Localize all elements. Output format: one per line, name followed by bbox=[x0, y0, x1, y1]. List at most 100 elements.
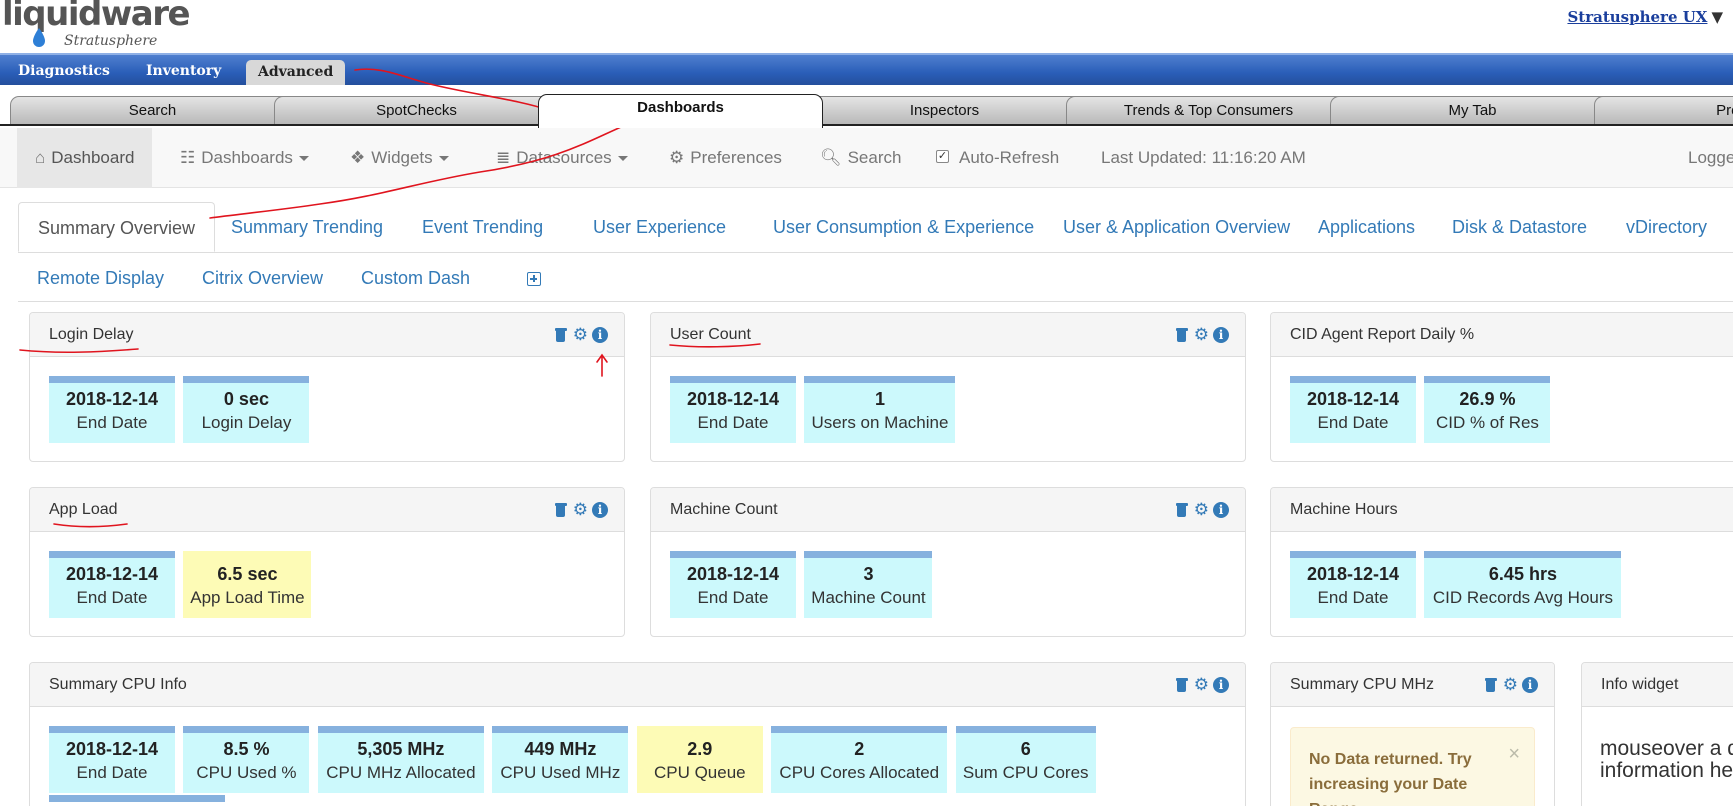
metric-value: 2018-12-14 bbox=[65, 389, 159, 409]
trash-icon[interactable] bbox=[554, 327, 567, 342]
metric-label: CPU Cores Allocated bbox=[779, 763, 940, 782]
tab-my-tab[interactable]: My Tab bbox=[1330, 96, 1615, 124]
widget-title: Machine Hours bbox=[1290, 501, 1398, 518]
metric-tiles: 2018-12-14 End Date 6.45 hrs CID Records A… bbox=[1290, 551, 1625, 618]
widget-actions: ⚙ i bbox=[1175, 502, 1229, 520]
metric-label: Sum CPU Cores bbox=[962, 763, 1089, 782]
widgets-dropdown[interactable]: ❖ Widgets bbox=[350, 128, 449, 188]
metric-value: 6.5 sec bbox=[217, 564, 278, 584]
metric-label: CPU MHz Allocated bbox=[326, 763, 476, 782]
trash-icon[interactable] bbox=[1175, 677, 1188, 692]
info-icon[interactable]: i bbox=[1213, 327, 1229, 343]
last-updated-text: Last Updated: 11:16:20 AM bbox=[1101, 148, 1306, 167]
tab-dashboards[interactable]: Dashboards bbox=[538, 94, 823, 128]
metric-value: 2018-12-14 bbox=[1306, 389, 1400, 409]
metric-tile: 1 Users on Machine bbox=[804, 376, 956, 443]
dashboards-dropdown[interactable]: ☷ Dashboards bbox=[180, 128, 309, 188]
widget-app-load: App Load ⚙ i 2018-12-14 End Date 6.5 sec Ap… bbox=[29, 487, 625, 637]
logged-in-text: Logge bbox=[1688, 148, 1733, 167]
widget-user-count: User Count ⚙ i 2018-12-14 End Date 1 Users … bbox=[650, 312, 1246, 462]
dashboards-label: Dashboards bbox=[201, 148, 293, 167]
subtab-event-trending[interactable]: Event Trending bbox=[403, 202, 562, 252]
trash-icon[interactable] bbox=[1175, 502, 1188, 517]
metric-tile: 2018-12-14 End Date bbox=[670, 551, 796, 618]
metric-tile: 2018-12-14 End Date bbox=[670, 376, 796, 443]
gear-icon[interactable]: ⚙ bbox=[1194, 327, 1209, 344]
metric-tiles: 2018-12-14 End Date 8.5 % CPU Used % 5,305… bbox=[49, 726, 1100, 793]
metric-tile: 2018-12-14 End Date bbox=[49, 376, 175, 443]
metric-tile: 6 Sum CPU Cores bbox=[955, 726, 1096, 793]
droplet-icon bbox=[33, 28, 45, 47]
datasources-dropdown[interactable]: ≣ Datasources bbox=[496, 128, 628, 188]
tab-search[interactable]: Search bbox=[10, 96, 295, 124]
subtab-user-app-overview[interactable]: User & Application Overview bbox=[1044, 202, 1309, 252]
tab-inspectors[interactable]: Inspectors bbox=[802, 96, 1087, 124]
info-icon[interactable]: i bbox=[1213, 677, 1229, 693]
info-icon[interactable]: i bbox=[592, 502, 608, 518]
preferences-button[interactable]: ⚙ Preferences bbox=[669, 128, 782, 188]
subtab-user-consumption[interactable]: User Consumption & Experience bbox=[754, 202, 1053, 252]
nav-advanced[interactable]: Advanced bbox=[246, 60, 346, 87]
auto-refresh-checkbox[interactable]: ✓ bbox=[936, 150, 949, 164]
subtab-summary-trending[interactable]: Summary Trending bbox=[212, 202, 402, 252]
dashboard-home-label: Dashboard bbox=[51, 148, 135, 167]
metric-value: 2 bbox=[854, 739, 865, 759]
trash-icon[interactable] bbox=[554, 502, 567, 517]
logo-wordmark: liquidware bbox=[2, 0, 191, 34]
info-icon[interactable]: i bbox=[592, 327, 608, 343]
metric-tiles: 2018-12-14 End Date 3 Machine Count bbox=[670, 551, 936, 618]
add-tab-button[interactable] bbox=[508, 253, 560, 303]
gear-icon[interactable]: ⚙ bbox=[573, 502, 588, 519]
caret-down-icon bbox=[298, 156, 309, 162]
chevron-down-icon: ▼ bbox=[1711, 8, 1723, 26]
subtab-applications[interactable]: Applications bbox=[1299, 202, 1434, 252]
metric-tile-warning: 2.9 CPU Queue bbox=[636, 726, 763, 793]
subtab-custom-dash[interactable]: Custom Dash bbox=[342, 253, 489, 303]
liquidware-logo[interactable]: liquidware Stratusphere bbox=[2, 0, 191, 52]
subtab-remote-display[interactable]: Remote Display bbox=[18, 253, 183, 303]
metric-value: 2018-12-14 bbox=[65, 739, 159, 759]
gear-icon[interactable]: ⚙ bbox=[573, 327, 588, 344]
tab-preferences[interactable]: Prefer bbox=[1594, 96, 1733, 124]
subtab-disk-datastore[interactable]: Disk & Datastore bbox=[1433, 202, 1606, 252]
tab-trends[interactable]: Trends & Top Consumers bbox=[1066, 96, 1351, 124]
subtab-user-experience[interactable]: User Experience bbox=[574, 202, 745, 252]
metric-label: End Date bbox=[76, 763, 148, 782]
close-icon[interactable]: × bbox=[1508, 742, 1520, 767]
caret-down-icon bbox=[617, 156, 628, 162]
dashboard-home-button[interactable]: ⌂ Dashboard bbox=[17, 128, 153, 188]
product-menu[interactable]: Stratusphere UX ▼ bbox=[1567, 8, 1723, 26]
subtab-summary-overview[interactable]: Summary Overview bbox=[18, 202, 216, 252]
nav-inventory[interactable]: Inventory bbox=[134, 59, 233, 83]
widget-summary-cpu: Summary CPU Info ⚙ i 2018-12-14 End Date 8… bbox=[29, 662, 1246, 806]
trash-icon[interactable] bbox=[1484, 677, 1497, 692]
widgets-label: Widgets bbox=[371, 148, 433, 167]
subtab-citrix-overview[interactable]: Citrix Overview bbox=[183, 253, 342, 303]
info-icon[interactable]: i bbox=[1213, 502, 1229, 518]
metric-tile: 2018-12-14 End Date bbox=[1290, 376, 1416, 443]
module-tabs: Search SpotChecks Dashboards Inspectors … bbox=[0, 85, 1733, 128]
gear-icon[interactable]: ⚙ bbox=[1194, 677, 1209, 694]
nav-diagnostics[interactable]: Diagnostics bbox=[6, 59, 122, 83]
database-icon: ≣ bbox=[496, 148, 511, 167]
search-button[interactable]: 🔍︎ Search bbox=[820, 128, 901, 188]
widget-machine-count: Machine Count ⚙ i 2018-12-14 End Date 3 Mac… bbox=[650, 487, 1246, 637]
metric-tile: 6.45 hrs CID Records Avg Hours bbox=[1424, 551, 1622, 618]
metric-value: 1 bbox=[874, 389, 885, 409]
no-data-alert: No Data returned. Try increasing your Da… bbox=[1290, 727, 1535, 806]
widget-cid-agent: CID Agent Report Daily % 2018-12-14 End D… bbox=[1270, 312, 1733, 462]
info-icon[interactable]: i bbox=[1522, 677, 1538, 693]
gear-icon[interactable]: ⚙ bbox=[1503, 677, 1518, 694]
logo-subtitle: Stratusphere bbox=[64, 33, 158, 49]
metric-value: 2018-12-14 bbox=[686, 389, 780, 409]
auto-refresh-toggle[interactable]: ✓ Auto-Refresh bbox=[936, 128, 1059, 188]
subtab-vdirectory[interactable]: vDirectory bbox=[1607, 202, 1726, 252]
app-root: liquidware Stratusphere Stratusphere UX ▼… bbox=[0, 0, 1733, 806]
gear-icon[interactable]: ⚙ bbox=[1194, 502, 1209, 519]
trash-icon[interactable] bbox=[1175, 327, 1188, 342]
widget-actions: ⚙ i bbox=[1175, 677, 1229, 695]
widget-header: App Load ⚙ i bbox=[30, 488, 624, 532]
main-navbar: Diagnostics Inventory Advanced bbox=[0, 53, 1733, 87]
tab-spotchecks[interactable]: SpotChecks bbox=[274, 96, 559, 124]
search-label: Search bbox=[847, 148, 902, 167]
